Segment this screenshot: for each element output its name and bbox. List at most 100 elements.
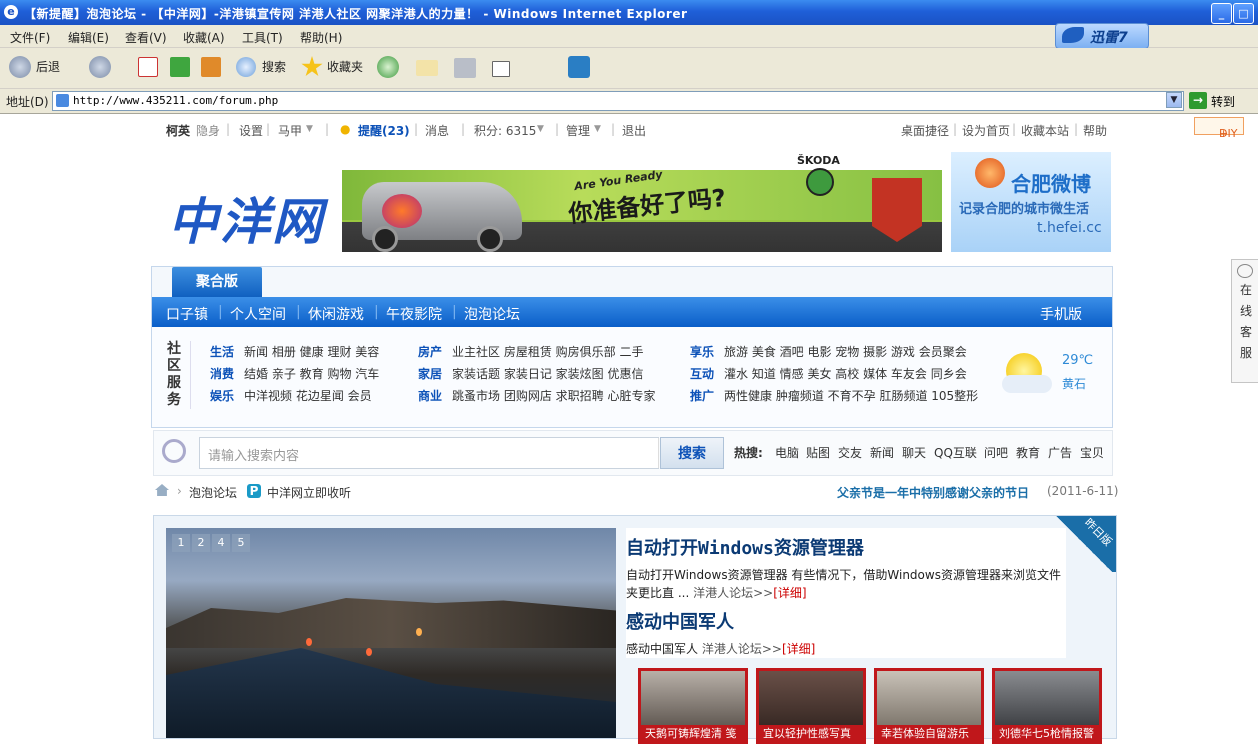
service-row[interactable]: 生活 新闻 相册 健康 理财 美容 bbox=[210, 343, 379, 360]
logout-link[interactable]: 退出 bbox=[622, 122, 646, 139]
hot-search-item[interactable]: 教育 bbox=[1016, 444, 1040, 461]
invisible-link[interactable]: 隐身 bbox=[196, 122, 220, 139]
horse-link[interactable]: 马甲 bbox=[278, 122, 302, 139]
mail-icon[interactable] bbox=[416, 60, 438, 76]
search-button[interactable]: 搜索 bbox=[660, 437, 724, 469]
online-service-float[interactable]: 在 线 客 服 bbox=[1231, 259, 1258, 383]
history-icon[interactable] bbox=[377, 56, 399, 78]
weather-city[interactable]: 黄石 bbox=[1062, 375, 1086, 392]
back-icon[interactable] bbox=[9, 56, 31, 78]
menu-view[interactable]: 查看(V) bbox=[125, 29, 167, 46]
article-more-link[interactable]: [详细] bbox=[782, 642, 815, 656]
hot-search-item[interactable]: 宝贝 bbox=[1080, 444, 1104, 461]
service-items[interactable]: 业主社区 房屋租赁 购房俱乐部 二手 bbox=[452, 345, 643, 359]
feature-photo[interactable]: 1 2 4 5 bbox=[166, 528, 616, 738]
desktop-shortcut-link[interactable]: 桌面捷径 bbox=[901, 122, 949, 139]
address-dropdown-icon[interactable]: ▼ bbox=[1166, 92, 1182, 108]
points-link[interactable]: 积分: 6315 bbox=[474, 122, 536, 139]
menu-file[interactable]: 文件(F) bbox=[10, 29, 50, 46]
service-row[interactable]: 商业 跳蚤市场 团购网店 求职招聘 心脏专家 bbox=[418, 387, 655, 404]
tab-aggregate[interactable]: 聚合版 bbox=[172, 267, 262, 297]
thumb-item[interactable]: 幸若体验自留游乐 bbox=[874, 668, 984, 744]
slide-page-2[interactable]: 2 bbox=[192, 534, 210, 552]
minimize-button[interactable]: _ bbox=[1211, 3, 1232, 24]
home-icon[interactable] bbox=[201, 57, 221, 77]
article-title[interactable]: 感动中国军人 bbox=[626, 608, 734, 634]
go-arrow-icon[interactable]: → bbox=[1189, 92, 1207, 109]
service-items[interactable]: 家装话题 家装日记 家装炫图 优惠信 bbox=[452, 367, 643, 381]
site-logo[interactable]: 中洋网 bbox=[168, 182, 324, 254]
search-button[interactable]: 搜索 bbox=[262, 54, 286, 80]
service-items[interactable]: 灌水 知道 情感 美女 高校 媒体 车友会 同乡会 bbox=[724, 367, 967, 381]
nav-forum[interactable]: 泡泡论坛 bbox=[464, 304, 520, 324]
messenger-icon[interactable] bbox=[568, 56, 590, 78]
menu-tools[interactable]: 工具(T) bbox=[242, 29, 283, 46]
hot-search-item[interactable]: 聊天 bbox=[902, 444, 926, 461]
article-title[interactable]: 自动打开Windows资源管理器 bbox=[626, 534, 864, 560]
settings-link[interactable]: 设置 bbox=[239, 122, 263, 139]
home-icon[interactable] bbox=[155, 484, 169, 496]
service-items[interactable]: 跳蚤市场 团购网店 求职招聘 心脏专家 bbox=[452, 389, 655, 403]
thumb-caption[interactable]: 幸若体验自留游乐 bbox=[877, 725, 981, 741]
slide-page-5[interactable]: 5 bbox=[232, 534, 250, 552]
help-link[interactable]: 帮助 bbox=[1083, 122, 1107, 139]
address-input[interactable]: http://www.435211.com/forum.php bbox=[52, 91, 1184, 111]
nav-mobile[interactable]: 手机版 bbox=[1040, 304, 1082, 324]
stop-icon[interactable] bbox=[138, 57, 158, 77]
service-row[interactable]: 推广 两性健康 肿瘤频道 不育不孕 肛肠频道 105整形 bbox=[690, 387, 978, 404]
service-items[interactable]: 旅游 美食 酒吧 电影 宠物 摄影 游戏 会员聚会 bbox=[724, 345, 967, 359]
skoda-ad-banner[interactable]: Are You Ready 你准备好了吗? ŠKODA bbox=[342, 152, 942, 252]
search-placeholder[interactable]: 请输入搜索内容 bbox=[208, 445, 299, 464]
nav-cinema[interactable]: 午夜影院 bbox=[386, 304, 442, 324]
username-link[interactable]: 柯英 bbox=[166, 122, 190, 139]
maximize-button[interactable]: □ bbox=[1233, 3, 1254, 24]
article-source[interactable]: 洋港人论坛>> bbox=[702, 642, 782, 656]
hot-search-item[interactable]: 问吧 bbox=[984, 444, 1008, 461]
service-items[interactable]: 中洋视频 花边星闻 会员 bbox=[244, 389, 372, 403]
breadcrumb-forum[interactable]: 泡泡论坛 bbox=[189, 484, 237, 501]
hot-search-item[interactable]: 贴图 bbox=[806, 444, 830, 461]
edit-icon[interactable] bbox=[492, 61, 510, 77]
service-row[interactable]: 房产 业主社区 房屋租赁 购房俱乐部 二手 bbox=[418, 343, 643, 360]
set-homepage-link[interactable]: 设为首页 bbox=[962, 122, 1010, 139]
slide-page-1[interactable]: 1 bbox=[172, 534, 190, 552]
nav-kouzi[interactable]: 口子镇 bbox=[166, 304, 208, 324]
nav-space[interactable]: 个人空间 bbox=[230, 304, 286, 324]
service-row[interactable]: 互动 灌水 知道 情感 美女 高校 媒体 车友会 同乡会 bbox=[690, 365, 967, 382]
hot-search-item[interactable]: 电脑 bbox=[775, 444, 799, 461]
service-row[interactable]: 家居 家装话题 家装日记 家装炫图 优惠信 bbox=[418, 365, 643, 382]
manage-link[interactable]: 管理 bbox=[566, 122, 590, 139]
menu-favorites[interactable]: 收藏(A) bbox=[183, 29, 225, 46]
address-url[interactable]: http://www.435211.com/forum.php bbox=[73, 94, 278, 107]
messages-link[interactable]: 消息 bbox=[425, 122, 449, 139]
search-icon[interactable] bbox=[236, 57, 256, 77]
hot-search-item[interactable]: 交友 bbox=[838, 444, 862, 461]
service-items[interactable]: 新闻 相册 健康 理财 美容 bbox=[244, 345, 379, 359]
thumb-item[interactable]: 宜以轻护性感写真 bbox=[756, 668, 866, 744]
hot-search-item[interactable]: QQ互联 bbox=[934, 444, 977, 461]
service-items[interactable]: 两性健康 肿瘤频道 不育不孕 肛肠频道 105整形 bbox=[724, 389, 978, 403]
thumb-caption[interactable]: 天鹅可铸辉煌清 笺 bbox=[641, 725, 745, 741]
forward-icon[interactable] bbox=[89, 56, 111, 78]
menu-edit[interactable]: 编辑(E) bbox=[68, 29, 109, 46]
yesterday-ribbon[interactable]: 昨日版 bbox=[1052, 516, 1116, 572]
service-row[interactable]: 享乐 旅游 美食 酒吧 电影 宠物 摄影 游戏 会员聚会 bbox=[690, 343, 967, 360]
xunlei-button[interactable]: 迅雷7 bbox=[1055, 23, 1149, 49]
hefei-weibo-banner[interactable]: 合肥微博 记录合肥的城市微生活 t.hefei.cc bbox=[951, 152, 1111, 252]
bookmark-site-link[interactable]: 收藏本站 bbox=[1021, 122, 1069, 139]
favorites-star-icon[interactable] bbox=[301, 56, 323, 77]
thumb-caption[interactable]: 宜以轻护性感写真 bbox=[759, 725, 863, 741]
nav-games[interactable]: 休闲游戏 bbox=[308, 304, 364, 324]
refresh-icon[interactable] bbox=[170, 57, 190, 77]
service-row[interactable]: 消费 结婚 亲子 教育 购物 汽车 bbox=[210, 365, 379, 382]
print-icon[interactable] bbox=[454, 58, 476, 78]
service-items[interactable]: 结婚 亲子 教育 购物 汽车 bbox=[244, 367, 379, 381]
remind-link[interactable]: 提醒(23) bbox=[358, 122, 410, 139]
slide-page-4[interactable]: 4 bbox=[212, 534, 230, 552]
thumb-item[interactable]: 刘德华七5枪情报警 bbox=[992, 668, 1102, 744]
article-more-link[interactable]: [详细] bbox=[773, 586, 806, 600]
article-source[interactable]: 洋港人论坛>> bbox=[693, 586, 773, 600]
notice-link[interactable]: 父亲节是一年中特别感谢父亲的节日 bbox=[837, 484, 1029, 501]
hot-search-item[interactable]: 广告 bbox=[1048, 444, 1072, 461]
hot-search-item[interactable]: 新闻 bbox=[870, 444, 894, 461]
